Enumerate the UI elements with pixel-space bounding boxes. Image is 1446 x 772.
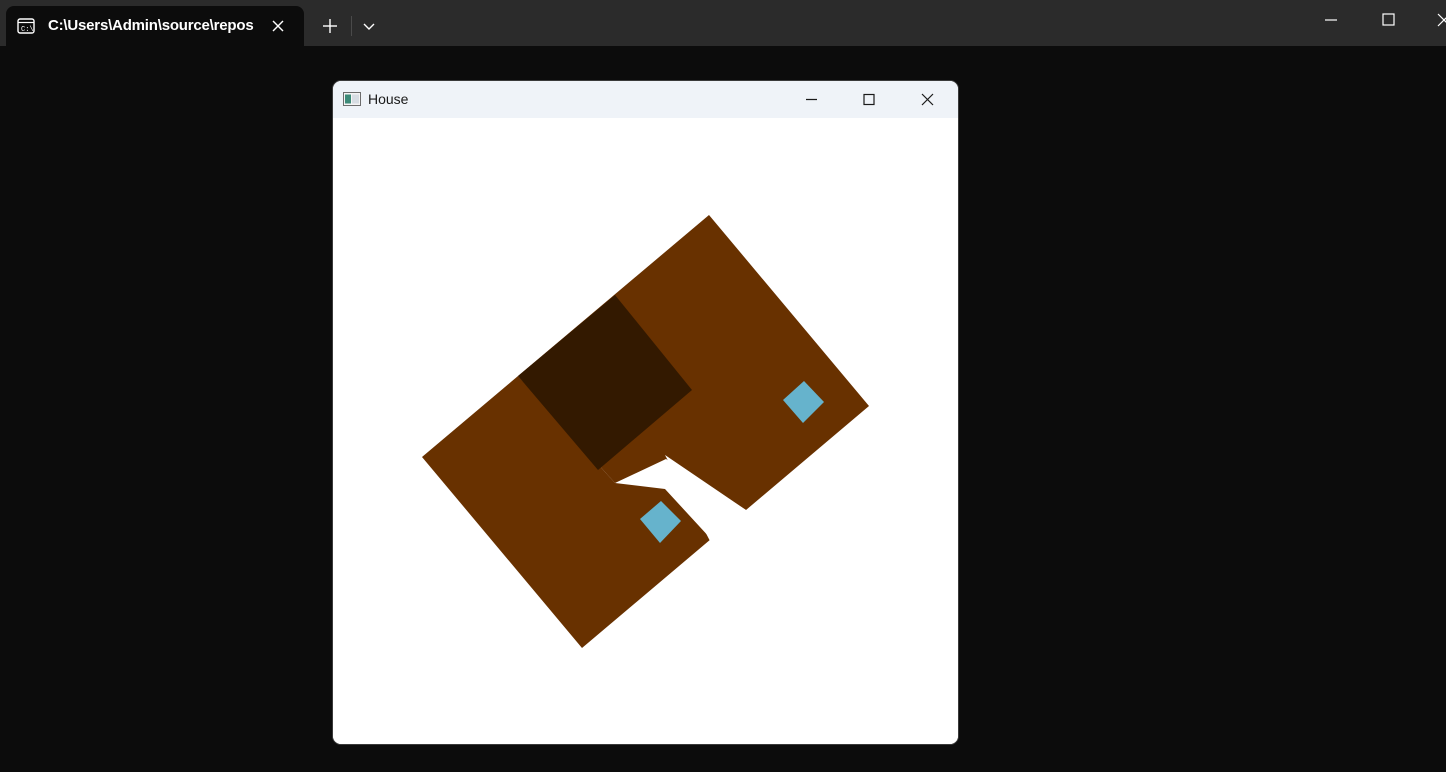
house-window-title: House <box>368 91 409 107</box>
drawing-canvas[interactable] <box>333 118 958 744</box>
house-window: House <box>333 81 958 744</box>
plus-icon <box>323 19 337 33</box>
terminal-minimize-button[interactable] <box>1302 0 1360 40</box>
terminal-maximize-button[interactable] <box>1360 0 1418 40</box>
chevron-down-icon <box>363 23 375 30</box>
close-icon <box>1437 13 1446 27</box>
house-maximize-button[interactable] <box>840 81 898 118</box>
house-minimize-button[interactable] <box>782 81 840 118</box>
terminal-close-button[interactable] <box>1418 0 1446 40</box>
terminal-icon: C:\ <box>17 18 35 34</box>
close-icon <box>921 93 934 106</box>
maximize-icon <box>863 93 875 106</box>
tab-dropdown-button[interactable] <box>356 12 382 40</box>
new-tab-button[interactable] <box>316 12 344 40</box>
house-drawing <box>422 215 869 648</box>
svg-text:C:\: C:\ <box>21 26 34 34</box>
house-close-button[interactable] <box>898 81 956 118</box>
terminal-tab[interactable]: C:\ C:\Users\Admin\source\repos <box>6 6 304 46</box>
tab-title: C:\Users\Admin\source\repos <box>48 17 254 34</box>
close-icon[interactable] <box>269 17 287 35</box>
app-window-icon <box>343 92 361 106</box>
terminal-titlebar: C:\ C:\Users\Admin\source\repos <box>0 0 1446 46</box>
tab-divider <box>351 16 352 36</box>
maximize-icon <box>1382 13 1395 26</box>
house-titlebar[interactable]: House <box>333 81 958 118</box>
